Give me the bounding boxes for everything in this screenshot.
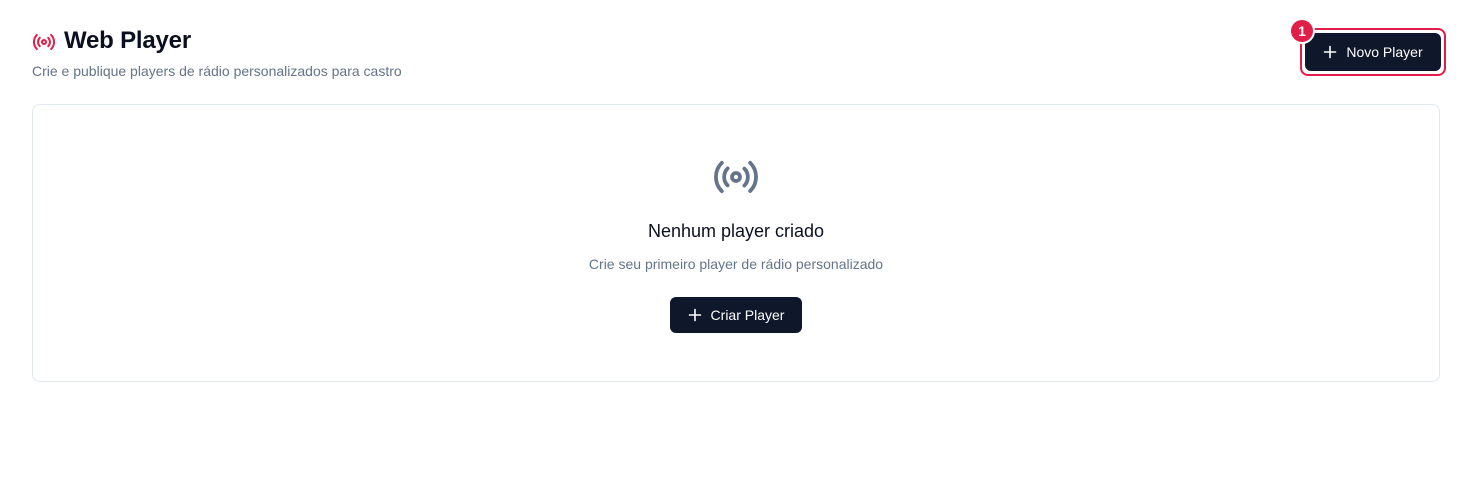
empty-state-card: Nenhum player criado Crie seu primeiro p…: [32, 104, 1440, 382]
new-player-highlight: Novo Player: [1300, 28, 1446, 76]
new-player-button[interactable]: Novo Player: [1305, 33, 1441, 71]
broadcast-icon: [32, 30, 56, 54]
plus-icon: [688, 308, 702, 322]
empty-state-title: Nenhum player criado: [647, 221, 825, 241]
broadcast-icon: [712, 157, 760, 197]
title-row: Web Player: [32, 28, 402, 54]
step-badge: 1: [1289, 18, 1315, 44]
empty-state-subtitle: Crie seu primeiro player de rádio person…: [588, 256, 884, 272]
create-player-label: Criar Player: [710, 307, 785, 323]
plus-icon: [1323, 45, 1337, 59]
page-subtitle: Crie e publique players de rádio persona…: [32, 63, 402, 79]
create-player-button[interactable]: Criar Player: [670, 297, 802, 333]
page-header: Web Player Crie e publique players de rá…: [32, 28, 402, 80]
page-title: Web Player: [64, 27, 191, 54]
new-player-label: Novo Player: [1346, 44, 1423, 60]
